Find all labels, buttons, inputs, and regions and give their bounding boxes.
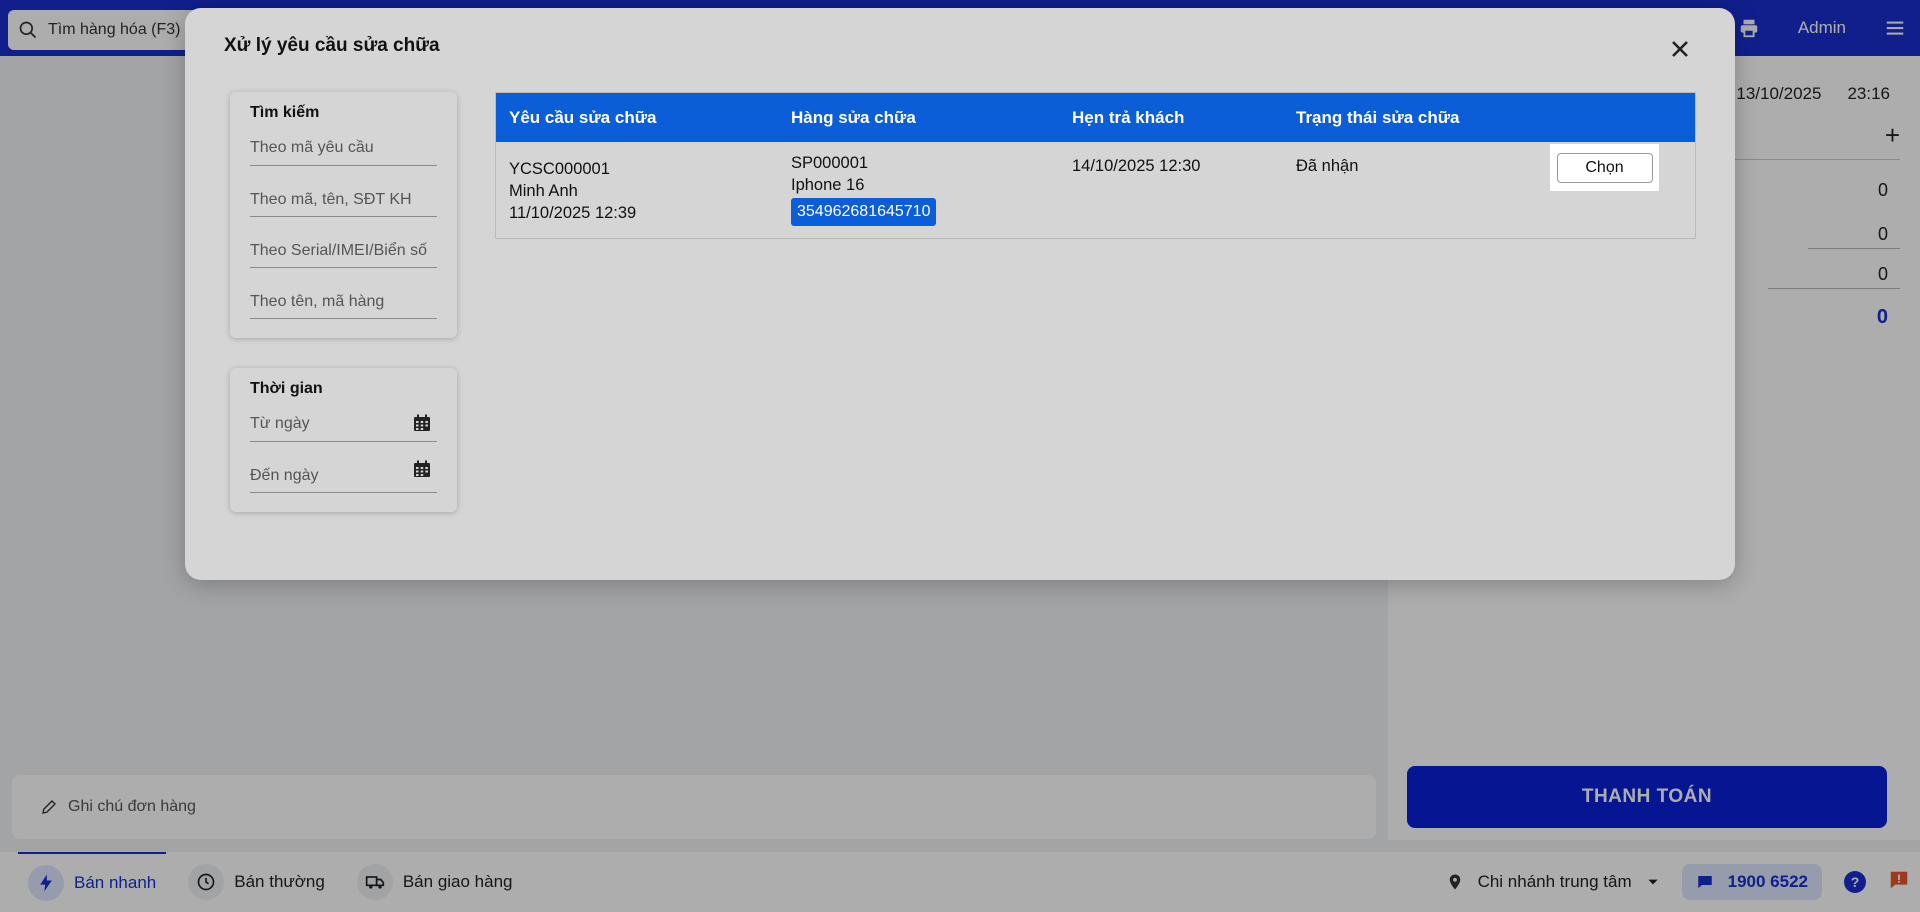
request-code-input[interactable] [250, 126, 437, 166]
repair-request-modal: Xử lý yêu cầu sửa chữa Tìm kiếm Thời gia… [185, 8, 1735, 580]
repair-request-table: Yêu cầu sửa chữa Hàng sửa chữa Hẹn trả k… [495, 92, 1696, 239]
choose-button-wrap: Chọn [1550, 144, 1659, 191]
from-date-input[interactable] [250, 402, 437, 442]
to-date-input[interactable] [250, 442, 437, 493]
modal-title: Xử lý yêu cầu sửa chữa [224, 35, 440, 56]
column-header: Hàng sửa chữa [791, 108, 916, 127]
customer-input[interactable] [250, 166, 437, 217]
close-icon [1672, 41, 1688, 57]
request-code: YCSC000001 [509, 160, 610, 178]
calendar-icon[interactable] [413, 414, 431, 432]
calendar-icon[interactable] [413, 460, 431, 478]
table-row[interactable]: YCSC000001 Minh Anh 11/10/2025 12:39 SP0… [496, 142, 1695, 239]
due-date: 14/10/2025 12:30 [1072, 157, 1201, 175]
time-filter-card: Thời gian [230, 368, 457, 512]
choose-button[interactable]: Chọn [1556, 152, 1653, 183]
product-cell: SP000001 Iphone 16 354962681645710 [791, 152, 937, 226]
time-card-title: Thời gian [250, 380, 323, 397]
repair-status: Đã nhận [1296, 157, 1359, 175]
product-code: SP000001 [791, 154, 869, 172]
request-cell: YCSC000001 Minh Anh 11/10/2025 12:39 [509, 158, 636, 224]
column-header: Hẹn trả khách [1072, 108, 1185, 127]
search-filter-card: Tìm kiếm [230, 92, 457, 338]
created-time: 11/10/2025 12:39 [509, 204, 637, 222]
column-header: Yêu cầu sửa chữa [509, 108, 657, 127]
close-button[interactable] [1665, 34, 1695, 64]
search-card-title: Tìm kiếm [250, 104, 320, 121]
from-date-field [250, 402, 437, 442]
column-header: Trạng thái sửa chữa [1296, 108, 1460, 127]
serial-imei-input[interactable] [250, 217, 437, 268]
imei-badge: 354962681645710 [791, 198, 937, 226]
product-name: Iphone 16 [791, 176, 865, 194]
product-input[interactable] [250, 268, 437, 319]
customer-name: Minh Anh [509, 182, 578, 200]
table-header: Yêu cầu sửa chữa Hàng sửa chữa Hẹn trả k… [496, 93, 1695, 142]
to-date-field [250, 442, 437, 493]
